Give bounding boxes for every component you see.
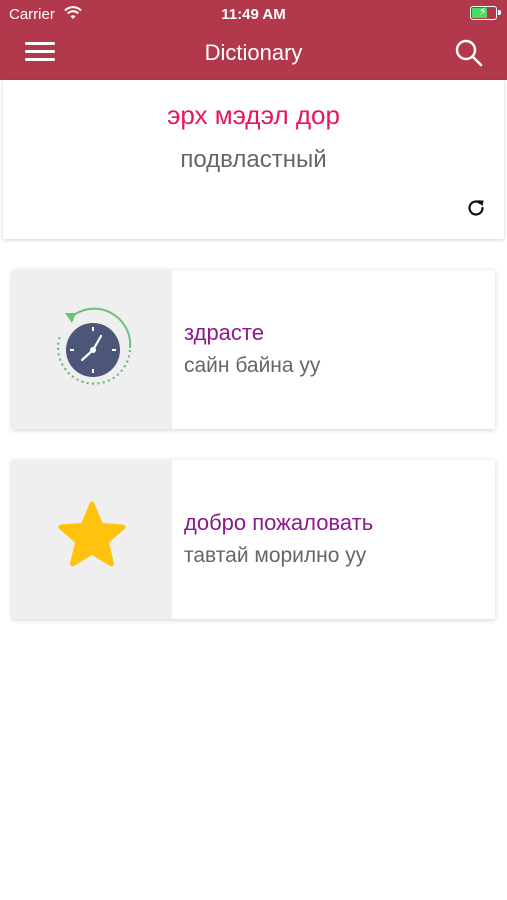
status-bar: Carrier 11:49 AM ⚡ [0,0,507,28]
history-clock-icon [57,307,132,385]
refresh-icon [468,200,484,216]
refresh-button[interactable] [465,197,487,219]
word-russian: подвластный [180,146,327,173]
battery-icon: ⚡ [470,6,501,20]
favorites-subtitle: тавтай морилно уу [184,544,367,567]
favorites-title: добро пожаловать [184,510,374,535]
history-subtitle: сайн байна уу [184,354,321,377]
clock-time: 11:49 AM [221,6,286,23]
top-bar: Carrier 11:49 AM ⚡ Dictionary [0,0,507,80]
history-tile[interactable]: здрасте сайн байна уу [12,270,495,429]
history-title: здрасте [184,320,264,345]
search-icon [455,39,483,67]
history-icon-box [12,270,172,429]
word-mongolian: эрх мэдэл дор [167,100,340,130]
favorites-icon-box [12,460,172,619]
favorites-tile[interactable]: добро пожаловать тавтай морилно уу [12,460,495,619]
page-title: Dictionary [204,40,303,65]
search-button[interactable] [454,38,484,68]
star-icon [58,501,126,567]
word-of-day-card: эрх мэдэл дор подвластный [3,80,504,239]
